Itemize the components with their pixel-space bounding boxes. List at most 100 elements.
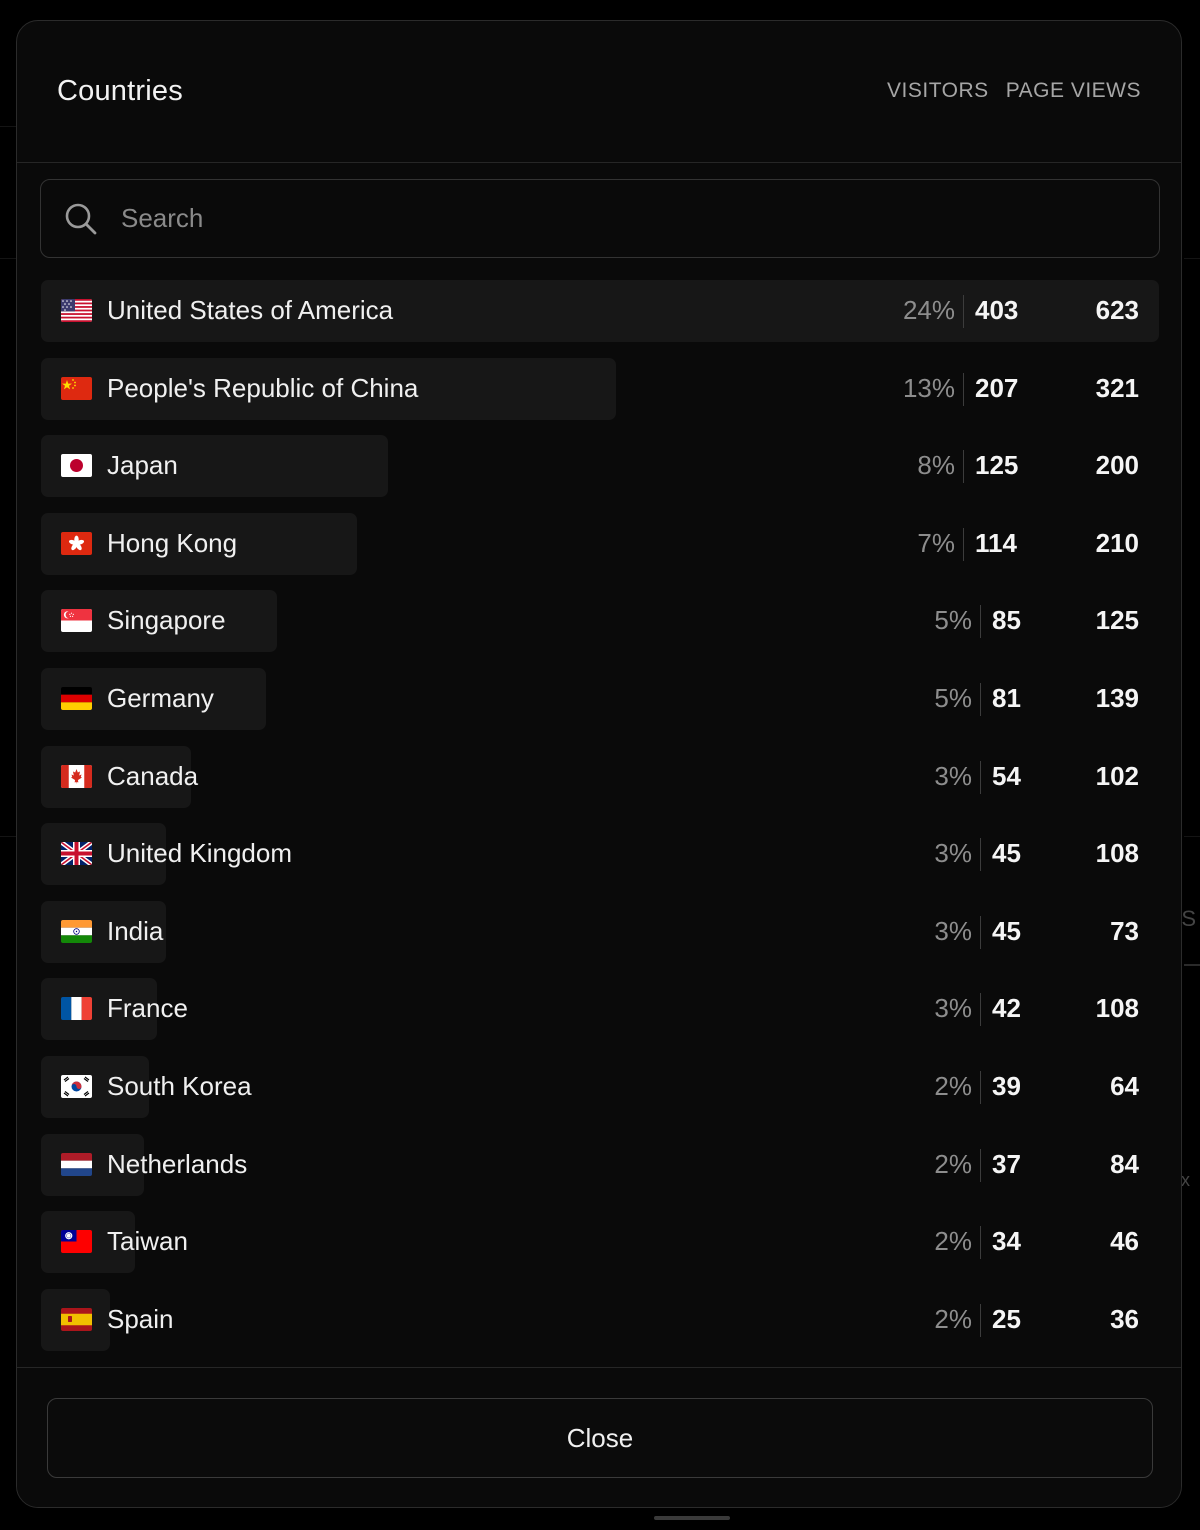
nl-flag-icon xyxy=(61,1152,92,1176)
country-row[interactable]: Germany 5% 81 139 xyxy=(41,667,1159,730)
country-row[interactable]: Singapore 5% 85 125 xyxy=(41,590,1159,653)
value-divider xyxy=(980,993,981,1027)
es-flag-icon xyxy=(61,1307,92,1331)
country-row[interactable]: Japan 8% 125 200 xyxy=(41,435,1159,498)
visitors-count: 37 xyxy=(992,1148,1021,1179)
sg-flag-icon xyxy=(61,609,92,633)
gb-flag-icon xyxy=(61,842,92,866)
visitors-count: 81 xyxy=(992,682,1021,713)
search-icon xyxy=(63,201,99,237)
background-divider xyxy=(0,126,16,127)
cn-flag-icon xyxy=(61,376,92,400)
background-divider xyxy=(0,258,16,259)
hk-flag-icon xyxy=(61,531,92,555)
country-list: United States of America 24% 403 623 People'… xyxy=(41,280,1159,1366)
country-name: People's Republic of China xyxy=(107,372,419,403)
country-row[interactable]: France 3% 42 108 xyxy=(41,978,1159,1041)
country-row[interactable]: Taiwan 2% 34 46 xyxy=(41,1211,1159,1274)
share-bar xyxy=(41,435,388,498)
value-divider xyxy=(963,295,964,328)
page-views-count: 210 xyxy=(1095,527,1139,558)
value-divider xyxy=(980,838,981,872)
page-views-count: 321 xyxy=(1095,372,1139,403)
visitors-count: 207 xyxy=(975,372,1019,403)
country-row[interactable]: United Kingdom 3% 45 108 xyxy=(41,823,1159,886)
page-views-count: 108 xyxy=(1095,838,1139,869)
share-percent: 5% xyxy=(934,682,972,713)
page-views-count: 64 xyxy=(1110,1070,1139,1101)
jp-flag-icon xyxy=(61,454,92,478)
country-name: Taiwan xyxy=(107,1226,188,1257)
value-divider xyxy=(963,527,964,561)
search-input[interactable] xyxy=(119,202,1023,235)
background-divider xyxy=(0,836,16,837)
in-flag-icon xyxy=(61,919,92,943)
share-percent: 2% xyxy=(934,1303,972,1334)
modal-header: Countries VISITORS PAGE VIEWS xyxy=(17,21,1181,163)
value-divider xyxy=(980,1303,981,1337)
share-percent: 3% xyxy=(934,993,972,1024)
country-row[interactable]: Hong Kong 7% 114 210 xyxy=(41,512,1159,575)
share-percent: 13% xyxy=(902,372,955,403)
page-views-count: 36 xyxy=(1110,1303,1139,1334)
visitors-count: 125 xyxy=(975,450,1019,481)
visitors-column-header[interactable]: VISITORS xyxy=(887,79,989,103)
visitors-count: 403 xyxy=(975,295,1019,325)
visitors-count: 39 xyxy=(992,1070,1021,1101)
visitors-count: 42 xyxy=(992,993,1021,1024)
ca-flag-icon xyxy=(61,764,92,788)
country-row[interactable]: Netherlands 2% 37 84 xyxy=(41,1133,1159,1196)
country-name: Hong Kong xyxy=(107,527,238,558)
country-row[interactable]: People's Republic of China 13% 207 321 xyxy=(41,357,1159,420)
country-row[interactable]: Canada 3% 54 102 xyxy=(41,745,1159,808)
column-toggle: VISITORS PAGE VIEWS xyxy=(887,79,1141,103)
share-percent: 2% xyxy=(934,1148,972,1179)
tw-flag-icon xyxy=(61,1230,92,1254)
country-row[interactable]: India 3% 45 73 xyxy=(41,900,1159,963)
value-divider xyxy=(980,915,981,949)
country-row[interactable]: United States of America 24% 403 623 xyxy=(41,280,1159,342)
share-percent: 2% xyxy=(934,1070,972,1101)
country-name: United Kingdom xyxy=(107,838,292,869)
visitors-count: 34 xyxy=(992,1226,1021,1257)
modal-footer: Close xyxy=(17,1367,1181,1507)
close-button[interactable]: Close xyxy=(47,1398,1153,1478)
page-views-count: 125 xyxy=(1095,605,1139,636)
search-box[interactable] xyxy=(40,179,1160,258)
country-name: Japan xyxy=(107,450,178,481)
background-partial-text: S xyxy=(1181,906,1196,931)
country-name: Singapore xyxy=(107,605,226,636)
visitors-count: 85 xyxy=(992,605,1021,636)
country-name: Netherlands xyxy=(107,1148,248,1179)
page-views-count: 108 xyxy=(1095,993,1139,1024)
value-divider xyxy=(963,450,964,484)
page-views-count: 200 xyxy=(1095,450,1139,481)
value-divider xyxy=(980,1148,981,1182)
us-flag-icon xyxy=(61,299,92,322)
share-percent: 24% xyxy=(902,295,955,325)
value-divider xyxy=(980,605,981,639)
page-views-count: 46 xyxy=(1110,1226,1139,1257)
value-divider xyxy=(980,1070,981,1104)
drag-handle[interactable] xyxy=(654,1516,730,1520)
share-percent: 3% xyxy=(934,838,972,869)
share-percent: 3% xyxy=(934,915,972,946)
country-row[interactable]: South Korea 2% 39 64 xyxy=(41,1055,1159,1118)
value-divider xyxy=(980,1226,981,1260)
country-name: Germany xyxy=(107,682,214,713)
page-views-column-header[interactable]: PAGE VIEWS xyxy=(1006,79,1141,103)
value-divider xyxy=(963,372,964,406)
fr-flag-icon xyxy=(61,997,92,1021)
visitors-count: 114 xyxy=(975,527,1017,558)
country-name: South Korea xyxy=(107,1070,252,1101)
background-tab-indicator xyxy=(1184,964,1200,966)
country-row[interactable]: Spain 2% 25 36 xyxy=(41,1288,1159,1351)
page-views-count: 102 xyxy=(1095,760,1139,791)
page-views-count: 73 xyxy=(1110,915,1139,946)
share-percent: 5% xyxy=(934,605,972,636)
visitors-count: 25 xyxy=(992,1303,1021,1334)
share-percent: 3% xyxy=(934,760,972,791)
country-name: Spain xyxy=(107,1303,174,1334)
page-views-count: 84 xyxy=(1110,1148,1139,1179)
value-divider xyxy=(980,760,981,794)
